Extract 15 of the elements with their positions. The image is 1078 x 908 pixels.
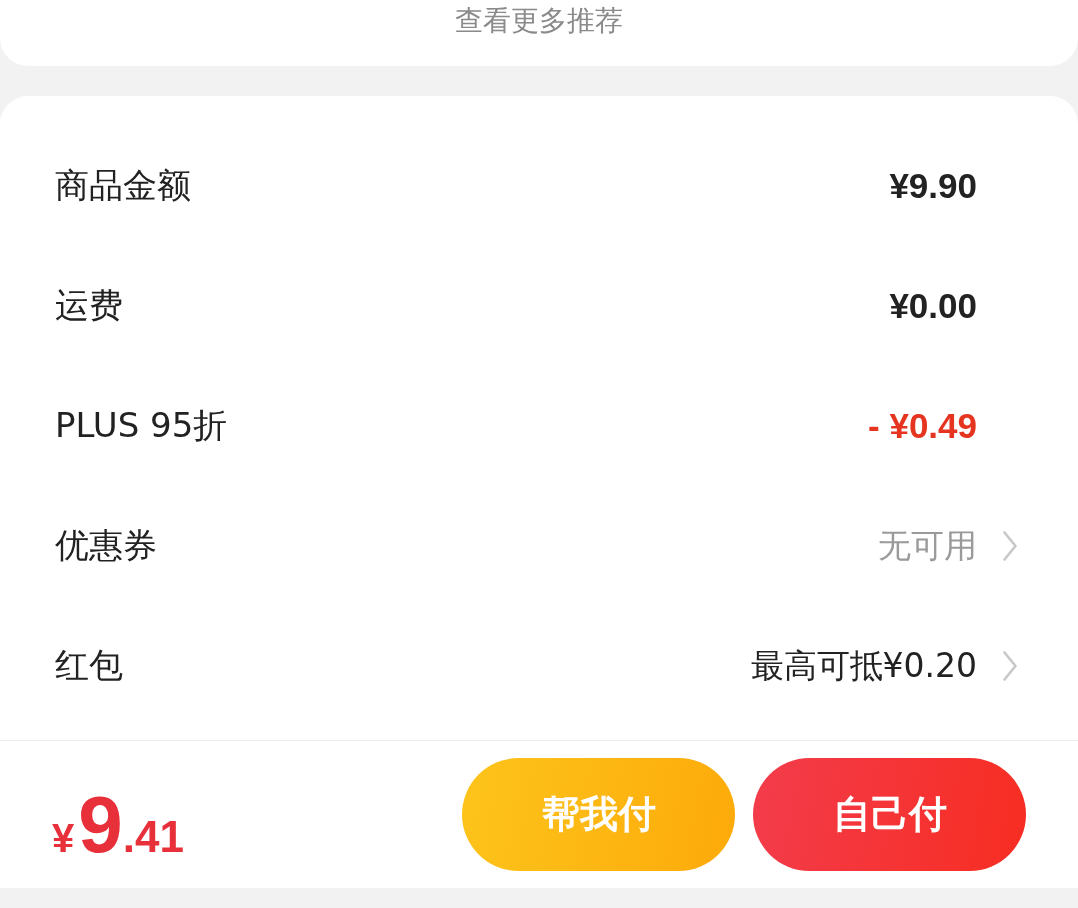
more-recommendations-link[interactable]: 查看更多推荐 [455,4,623,38]
option-value[interactable]: 最高可抵¥0.20 [750,643,977,689]
total-price: ¥9.41 [52,784,184,865]
fee-label: 优惠券 [55,524,157,567]
amount-value: ¥0.00 [889,286,977,326]
chevron-right-icon [1003,651,1017,681]
fee-label: PLUS 95折 [55,404,228,447]
chevron-right-icon [1003,531,1017,561]
fee-label: 商品金额 [55,164,191,207]
help-pay-button[interactable]: 帮我付 [462,758,735,871]
amount-value: - ¥0.49 [868,406,977,446]
pay-myself-button[interactable]: 自己付 [753,758,1026,871]
amount-value: ¥9.90 [889,166,977,206]
fee-label: 红包 [55,644,123,687]
fee-label: 运费 [55,284,123,327]
